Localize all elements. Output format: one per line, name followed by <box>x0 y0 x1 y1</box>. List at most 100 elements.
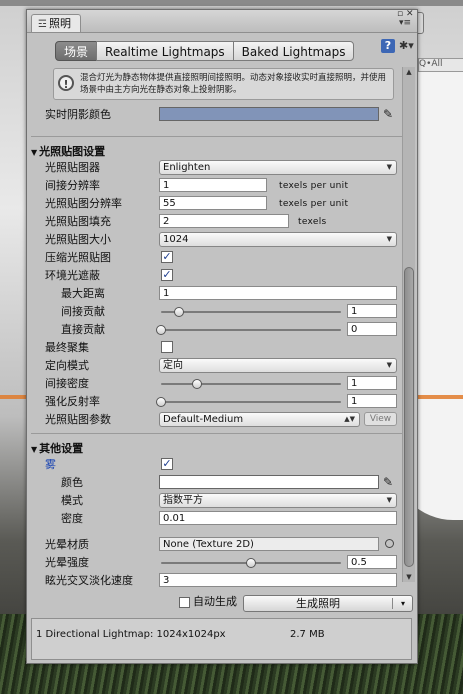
label-lightmap-resolution: 光照贴图分辨率 <box>45 197 122 210</box>
mode-realtime-lightmaps-button[interactable]: Realtime Lightmaps <box>96 41 234 61</box>
row-fog-mode: 模式 指数平方 ▼ <box>31 493 402 509</box>
halo-texture-field[interactable]: None (Texture 2D) <box>159 537 379 551</box>
label-indirect-resolution: 间接分辨率 <box>45 179 100 192</box>
indirect-contribution-slider[interactable] <box>161 304 341 320</box>
lightmap-padding-field[interactable]: 2 <box>159 214 289 228</box>
row-compress: 压缩光照贴图 ✓ <box>31 250 402 266</box>
ao-checkbox[interactable]: ✓ <box>161 269 173 281</box>
vertical-scrollbar[interactable]: ▲ ▼ <box>402 67 415 582</box>
hierarchy-search-field[interactable]: Q•All <box>418 58 463 72</box>
row-flare-fade: 眩光交叉淡化速度 3 <box>31 573 402 589</box>
lighting-tab[interactable]: ☲ 照明 <box>31 14 81 32</box>
slider-track <box>161 329 341 331</box>
fog-density-field[interactable]: 0.01 <box>159 511 397 525</box>
label-lightmap-parameters: 光照贴图参数 <box>45 413 111 426</box>
auto-generate-checkbox[interactable] <box>179 597 190 608</box>
dropdown-arrow-icon: ▼ <box>386 163 392 171</box>
directional-mode-value: 定向 <box>163 360 183 371</box>
slider-knob[interactable] <box>246 558 256 568</box>
lightmap-count-text: 1 Directional Lightmap: 1024x1024px <box>36 629 226 640</box>
direct-contribution-slider[interactable] <box>156 322 341 338</box>
generate-lighting-label: 生成照明 <box>296 597 340 610</box>
slider-track <box>161 401 341 403</box>
row-lightmap-parameters: 光照贴图参数 Default-Medium ▲▼ View <box>31 412 402 428</box>
scrollbar-thumb[interactable] <box>404 267 414 567</box>
compress-checkbox[interactable]: ✓ <box>161 251 173 263</box>
row-indirect-intensity: 间接密度 1 <box>31 376 402 392</box>
lightmapper-dropdown[interactable]: Enlighten ▼ <box>159 160 397 175</box>
label-flare-fade: 眩光交叉淡化速度 <box>45 574 133 587</box>
row-realtime-shadow-color: 实时阴影颜色 ✎ <box>31 107 402 123</box>
section-lightmap-settings[interactable]: ▼ 光照贴图设置 <box>31 145 105 160</box>
mode-baked-lightmaps-button[interactable]: Baked Lightmaps <box>232 41 355 61</box>
lightmap-status: 1 Directional Lightmap: 1024x1024px 2.7 … <box>31 618 412 660</box>
lighting-tab-icon: ☲ <box>38 19 47 30</box>
lighting-window: ☲ 照明 ▫ ✕ ▾≡ 场景 Realtime Lightmaps Baked L… <box>26 9 418 664</box>
albedo-boost-slider[interactable] <box>156 394 341 410</box>
generate-lighting-button[interactable]: 生成照明 ▾ <box>243 595 413 612</box>
object-picker-icon[interactable] <box>385 539 394 548</box>
lightmap-parameters-dropdown[interactable]: Default-Medium ▲▼ <box>159 412 360 427</box>
eyedropper-icon[interactable]: ✎ <box>383 475 397 489</box>
albedo-boost-value[interactable]: 1 <box>347 394 397 408</box>
lightmap-padding-unit: texels <box>298 217 327 227</box>
indirect-contribution-value[interactable]: 1 <box>347 304 397 318</box>
halo-strength-slider[interactable] <box>161 555 341 571</box>
row-indirect-resolution: 间接分辨率 1 texels per unit <box>31 178 402 194</box>
section-other-settings[interactable]: ▼ 其他设置 <box>31 442 83 457</box>
indirect-resolution-field[interactable]: 1 <box>159 178 267 192</box>
label-lightmapper: 光照贴图器 <box>45 161 100 174</box>
label-direct-contribution: 直接贡献 <box>61 323 105 336</box>
max-distance-field[interactable]: 1 <box>159 286 397 300</box>
button-divider <box>392 598 393 609</box>
label-lightmap-padding: 光照贴图填充 <box>45 215 111 228</box>
realtime-shadow-color-swatch[interactable] <box>159 107 379 121</box>
row-halo-texture: 光晕材质 None (Texture 2D) <box>31 537 402 553</box>
bake-bar: 自动生成 生成照明 ▾ <box>31 593 413 613</box>
mode-scene-button[interactable]: 场景 <box>55 41 98 61</box>
fog-checkbox[interactable]: ✓ <box>161 458 173 470</box>
view-button[interactable]: View <box>364 412 397 426</box>
slider-knob[interactable] <box>156 325 166 335</box>
lightmap-resolution-field[interactable]: 55 <box>159 196 267 210</box>
generate-dropdown-icon[interactable]: ▾ <box>396 596 410 611</box>
final-gather-checkbox[interactable] <box>161 341 173 353</box>
directional-mode-dropdown[interactable]: 定向 ▼ <box>159 358 397 373</box>
help-book-icon[interactable]: ? <box>381 39 395 53</box>
settings-gear-icon[interactable]: ✱▾ <box>399 39 414 53</box>
label-fog-color: 颜色 <box>61 476 83 489</box>
direct-contribution-value[interactable]: 0 <box>347 322 397 336</box>
foldout-triangle-icon: ▼ <box>31 445 38 454</box>
label-realtime-shadow-color: 实时阴影颜色 <box>45 108 111 121</box>
fog-mode-dropdown[interactable]: 指数平方 ▼ <box>159 493 397 508</box>
slider-knob[interactable] <box>192 379 202 389</box>
row-final-gather: 最终聚集 <box>31 340 402 356</box>
lightmap-size-dropdown[interactable]: 1024 ▼ <box>159 232 397 247</box>
label-indirect-intensity: 间接密度 <box>45 377 89 390</box>
halo-strength-value[interactable]: 0.5 <box>347 555 397 569</box>
divider <box>31 433 402 434</box>
slider-knob[interactable] <box>174 307 184 317</box>
label-lightmap-size: 光照贴图大小 <box>45 233 111 246</box>
slider-knob[interactable] <box>156 397 166 407</box>
row-lightmap-size: 光照贴图大小 1024 ▼ <box>31 232 402 248</box>
mode-toolbar: 场景 Realtime Lightmaps Baked Lightmaps <box>55 41 355 61</box>
label-directional-mode: 定向模式 <box>45 359 89 372</box>
window-controls-icon[interactable]: ▫ ✕ ▾≡ <box>397 10 414 28</box>
dropdown-arrow-icon: ▼ <box>386 235 392 243</box>
slider-track <box>161 383 341 385</box>
editor-top-bar <box>0 0 463 6</box>
fog-color-swatch[interactable] <box>159 475 379 489</box>
scroll-down-arrow-icon[interactable]: ▼ <box>403 572 415 582</box>
label-compress: 压缩光照贴图 <box>45 251 111 264</box>
row-max-distance: 最大距离 1 <box>31 286 402 302</box>
row-direct-contribution: 直接贡献 0 <box>31 322 402 338</box>
scroll-up-arrow-icon[interactable]: ▲ <box>403 67 415 77</box>
flare-fade-field[interactable]: 3 <box>159 573 397 587</box>
label-halo-strength: 光晕强度 <box>45 556 89 569</box>
eyedropper-icon[interactable]: ✎ <box>383 107 397 121</box>
lightmap-size-text: 2.7 MB <box>290 629 325 640</box>
indirect-intensity-slider[interactable] <box>161 376 341 392</box>
lightmap-size-value: 1024 <box>163 234 189 245</box>
indirect-intensity-value[interactable]: 1 <box>347 376 397 390</box>
